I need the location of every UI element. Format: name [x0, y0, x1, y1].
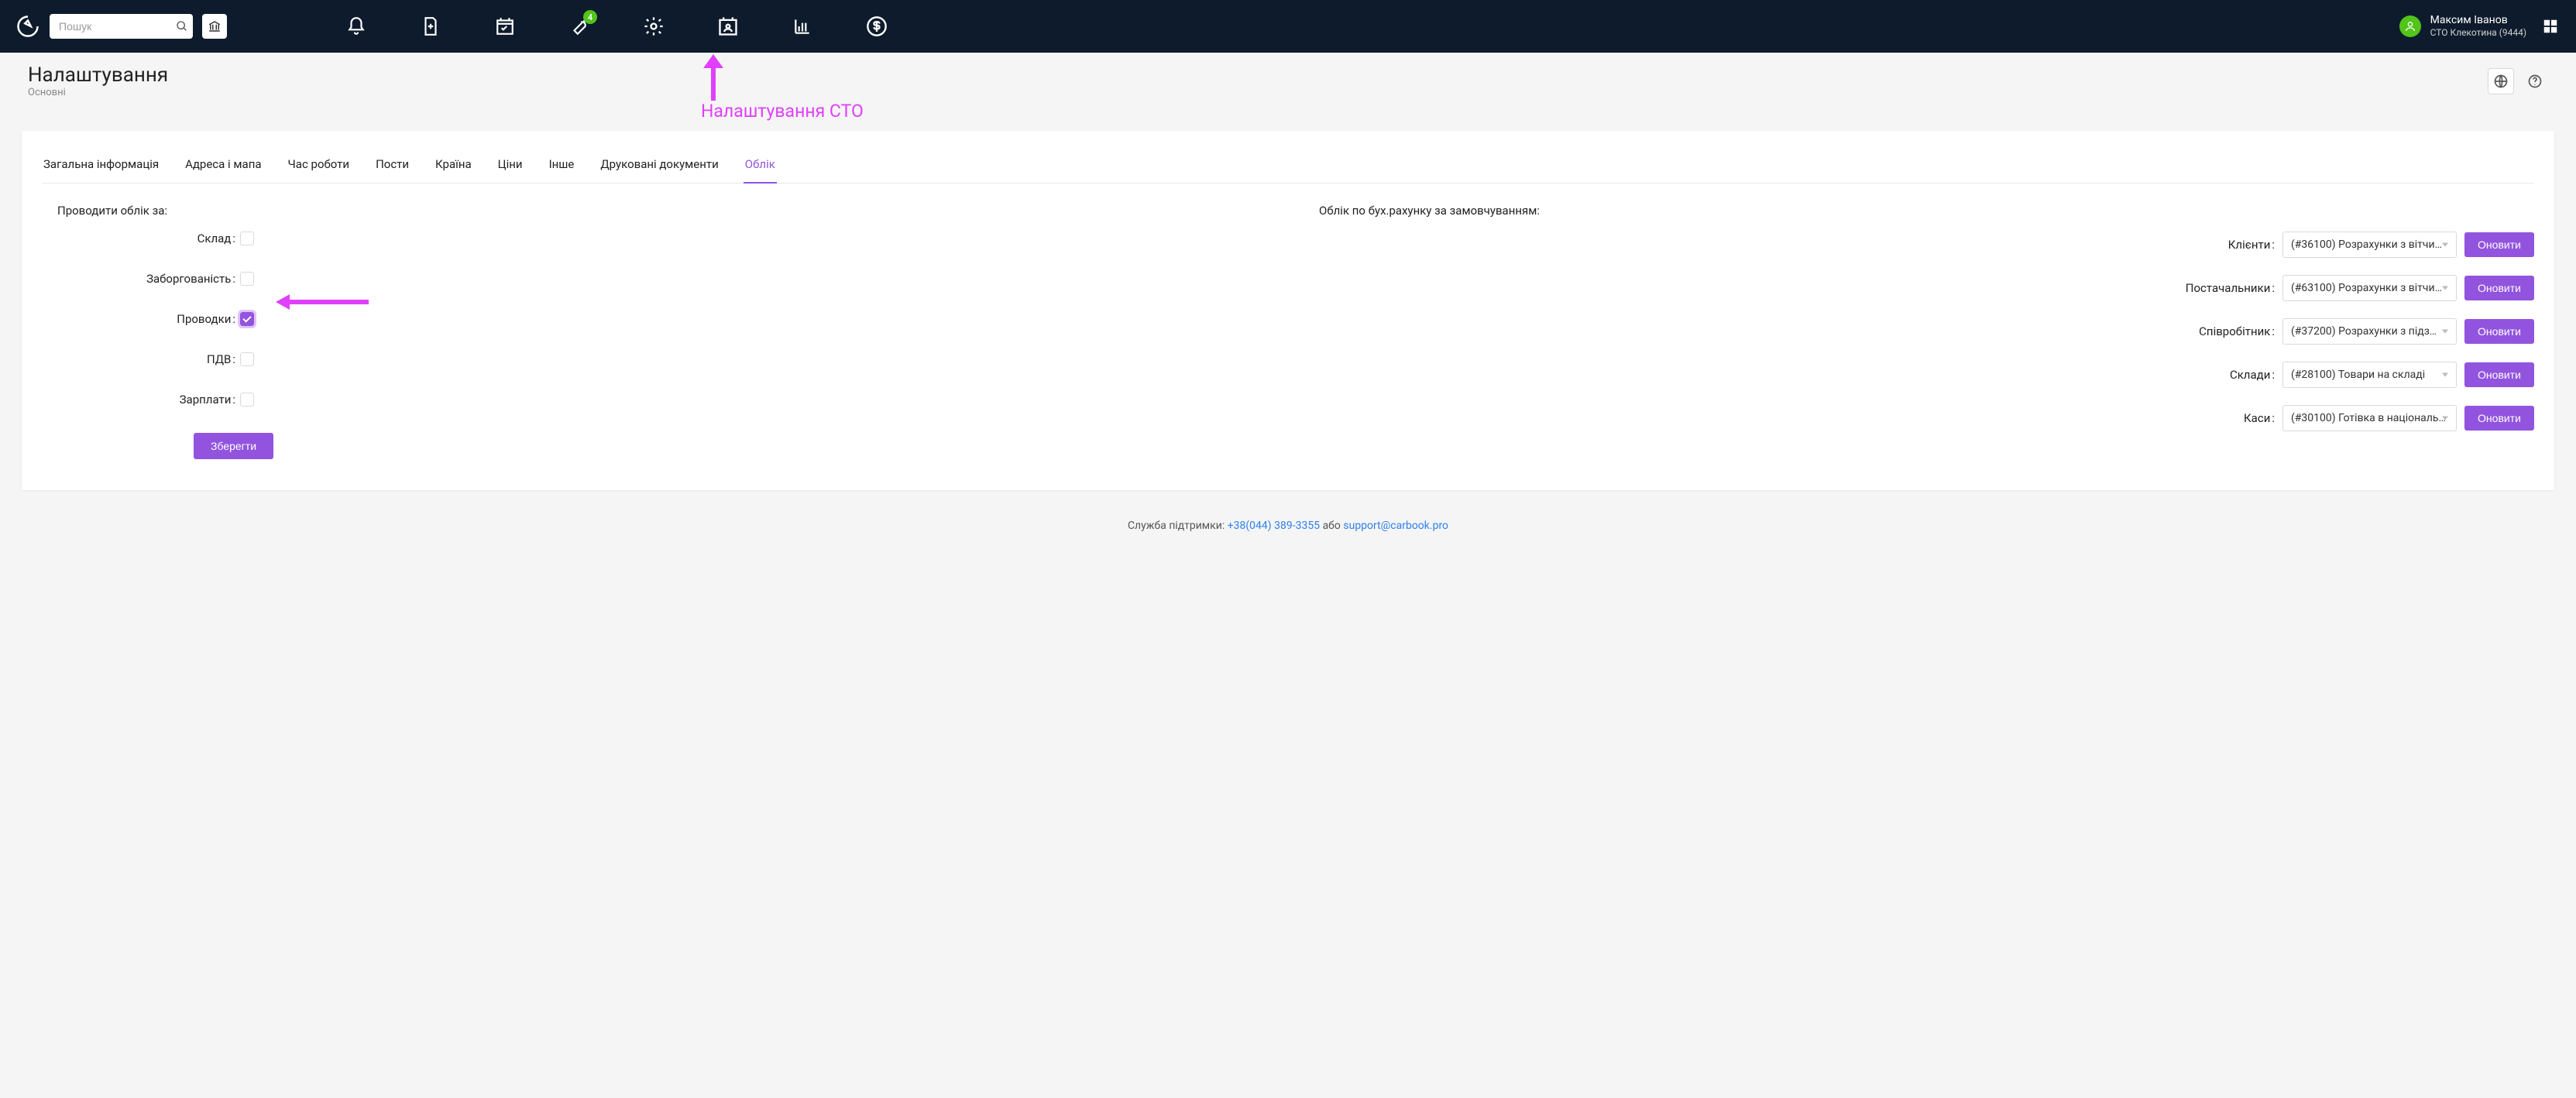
tab-0[interactable]: Загальна інформація [42, 151, 160, 183]
left-label-2: Проводки [42, 312, 240, 326]
footer: Служба підтримки: +38(044) 389-3355 або … [0, 512, 2576, 547]
calendar-user-icon[interactable] [716, 15, 740, 38]
select-1[interactable]: (#63100) Розрахунки з вітчи… [2282, 275, 2457, 301]
checkbox-4[interactable] [240, 393, 254, 407]
gear-icon[interactable] [642, 15, 665, 38]
user-name: Максим Іванов [2430, 14, 2526, 28]
tab-4[interactable]: Країна [434, 151, 473, 183]
tab-7[interactable]: Друковані документи [599, 151, 720, 183]
user-org: СТО Клекотина (9444) [2430, 27, 2526, 39]
tab-3[interactable]: Пости [374, 151, 410, 183]
right-label-0: Клієнти [1303, 238, 2282, 252]
save-button[interactable]: Зберегти [194, 433, 273, 459]
calendar-check-icon[interactable] [493, 15, 517, 38]
chart-icon[interactable] [791, 15, 814, 38]
search-input[interactable] [50, 14, 193, 39]
select-2[interactable]: (#37200) Розрахунки з підз… [2282, 318, 2457, 345]
logo-icon[interactable] [15, 14, 40, 39]
left-heading: Проводити облік за: [42, 204, 1273, 218]
checkbox-3[interactable] [240, 352, 254, 366]
footer-mid: або [1323, 520, 1344, 532]
update-button-3[interactable]: Оновити [2464, 362, 2534, 387]
globe-button[interactable] [2488, 68, 2514, 94]
right-label-2: Співробітник [1303, 324, 2282, 338]
left-label-0: Склад [42, 232, 240, 245]
right-heading: Облік по бух.рахунку за замовчуванням: [1303, 204, 2534, 218]
tab-8[interactable]: Облік [744, 151, 777, 184]
right-label-4: Каси [1303, 411, 2282, 425]
left-label-4: Зарплати [42, 393, 240, 407]
page-subtitle: Основні [28, 87, 168, 98]
footer-prefix: Служба підтримки: [1128, 520, 1228, 532]
right-label-1: Постачальники [1303, 281, 2282, 295]
dollar-icon[interactable] [865, 15, 888, 38]
select-0[interactable]: (#36100) Розрахунки з вітчи… [2282, 232, 2457, 258]
footer-phone[interactable]: +38(044) 389-3355 [1228, 520, 1320, 532]
footer-email[interactable]: support@carbook.pro [1343, 520, 1448, 532]
page-title: Налаштування [28, 63, 168, 87]
new-doc-icon[interactable] [419, 15, 442, 38]
tab-5[interactable]: Ціни [496, 151, 524, 183]
select-4[interactable]: (#30100) Готівка в національ… [2282, 405, 2457, 431]
select-3[interactable]: (#28100) Товари на складі [2282, 362, 2457, 388]
help-button[interactable] [2522, 68, 2548, 94]
bell-icon[interactable] [345, 15, 368, 38]
tab-6[interactable]: Інше [548, 151, 576, 183]
wrench-icon[interactable]: 4 [568, 15, 591, 38]
update-button-0[interactable]: Оновити [2464, 232, 2534, 257]
apps-icon[interactable] [2540, 16, 2561, 36]
search-icon[interactable] [176, 20, 188, 33]
left-label-3: ПДВ [42, 352, 240, 366]
update-button-2[interactable]: Оновити [2464, 319, 2534, 344]
user-block[interactable]: Максим Іванов СТО Клекотина (9444) [2430, 14, 2526, 39]
checkbox-1[interactable] [240, 272, 254, 286]
avatar[interactable] [2399, 15, 2421, 37]
tab-2[interactable]: Час роботи [287, 151, 352, 183]
update-button-1[interactable]: Оновити [2464, 276, 2534, 300]
checkbox-0[interactable] [240, 232, 254, 245]
left-label-1: Заборгованість [42, 272, 240, 286]
right-label-3: Склади [1303, 368, 2282, 382]
update-button-4[interactable]: Оновити [2464, 406, 2534, 431]
bank-button[interactable] [202, 14, 227, 39]
checkbox-2[interactable] [240, 312, 254, 326]
tab-1[interactable]: Адреса і мапа [184, 151, 263, 183]
wrench-badge: 4 [583, 10, 597, 24]
